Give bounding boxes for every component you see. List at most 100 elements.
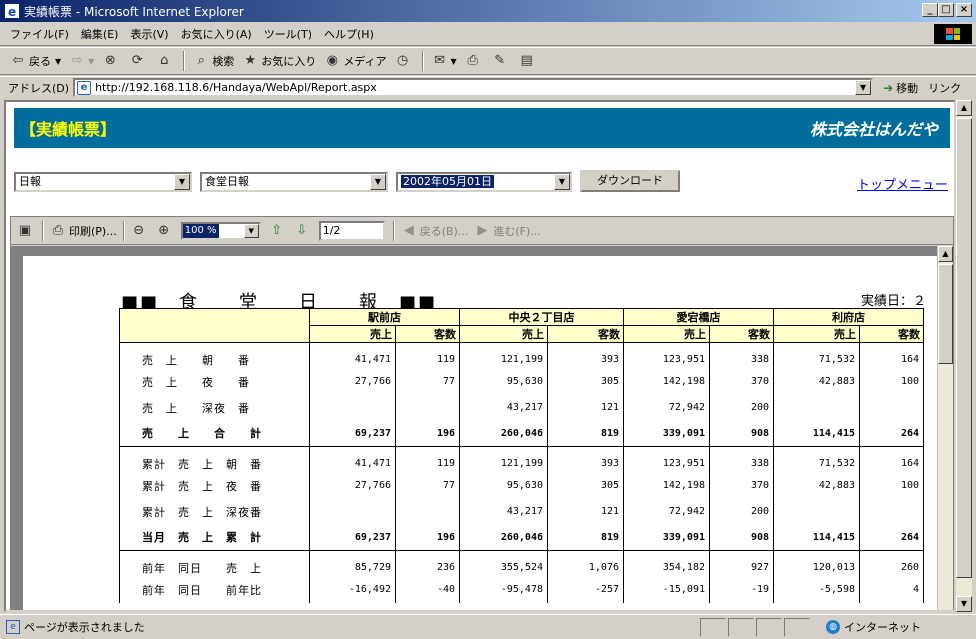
back-button[interactable]: ⇦ 戻る ▼ <box>10 53 62 69</box>
top-menu-link[interactable]: トップメニュー <box>857 174 948 193</box>
customers-header: 客数 <box>395 325 460 343</box>
report-scrollbar[interactable]: ▲ <box>937 246 953 610</box>
menu-view[interactable]: 表示(V) <box>130 26 168 42</box>
discuss-button[interactable]: ▤ <box>519 53 538 69</box>
sales-cell: 43,217 <box>459 394 548 421</box>
viewer-print-button[interactable]: ⎙ 印刷(P)... <box>50 223 117 239</box>
customers-cell: 338 <box>709 342 774 369</box>
tree-icon: ▣ <box>18 222 32 238</box>
svg-text:e: e <box>8 5 16 19</box>
table-row: 累計 売 上 夜 番 27,766 77 95,630 305 142,198 370 42,… <box>119 472 924 499</box>
media-button[interactable]: ◉ メディア <box>324 53 387 69</box>
sales-cell: 123,951 <box>623 446 710 473</box>
page-scrollbar[interactable]: ▲ ▼ <box>956 100 972 612</box>
customers-cell: 100 <box>859 368 924 395</box>
viewer-back-button[interactable]: ◀ 戻る(B)... <box>401 223 469 239</box>
favorites-button[interactable]: ★ お気に入り <box>242 53 316 69</box>
sales-cell: 114,415 <box>773 524 860 551</box>
sales-cell: 95,630 <box>459 368 548 395</box>
forward-arrow-icon: ⇨ <box>71 53 83 68</box>
sales-cell: 355,524 <box>459 550 548 577</box>
favorites-icon: ★ <box>244 53 257 68</box>
viewer-forward-button[interactable]: ▶ 進む(F)... <box>474 223 540 239</box>
forward-button[interactable]: ⇨ ▼ <box>69 53 95 69</box>
customers-cell: 200 <box>709 498 774 525</box>
sales-cell: -5,598 <box>773 576 860 603</box>
report-name-select[interactable]: 食堂日報 ▼ <box>200 172 388 192</box>
table-row: 前年 同日 前年比 -16,492 -40 -95,478 -257 -15,091 -19… <box>119 576 924 603</box>
sales-cell: 42,883 <box>773 472 860 499</box>
company-name: 株式会社はんだや <box>809 120 938 139</box>
sales-header: 売上 <box>623 325 710 343</box>
history-button[interactable]: ◷ <box>395 53 414 69</box>
header-blank <box>119 308 310 343</box>
sales-cell: 43,217 <box>459 498 548 525</box>
prev-page-button[interactable]: ⇧ <box>269 223 288 239</box>
date-select[interactable]: 2002年05月01日 ▼ <box>396 172 572 192</box>
customers-cell: 305 <box>547 368 624 395</box>
customers-cell: 260 <box>859 550 924 577</box>
minimize-button[interactable]: _ <box>922 3 938 17</box>
toggle-tree-button[interactable]: ▣ <box>17 223 36 239</box>
row-label: 前年 同日 売 上 <box>119 550 310 577</box>
sales-cell: 114,415 <box>773 420 860 447</box>
report-table: 駅前店 中央２丁目店 愛宕橋店 利府店 売上 客数 売上 客数 売上 客数 売上… <box>119 308 924 603</box>
row-label: 累計 売 上 朝 番 <box>119 446 310 473</box>
scroll-thumb[interactable] <box>938 264 953 364</box>
customers-cell: 1,076 <box>547 550 624 577</box>
mail-button[interactable]: ✉ ▼ <box>432 53 457 69</box>
go-button[interactable]: ➔ 移動 <box>883 80 918 96</box>
menu-file[interactable]: ファイル(F) <box>10 26 69 42</box>
row-label: 売 上 朝 番 <box>119 342 310 369</box>
edit-button[interactable]: ✎ <box>492 53 511 69</box>
customers-cell: 819 <box>547 420 624 447</box>
media-icon: ◉ <box>326 53 338 68</box>
arrow-down-icon: ⇩ <box>296 222 308 238</box>
scroll-thumb[interactable] <box>956 118 972 578</box>
page-icon: e <box>77 81 92 95</box>
scroll-up-icon[interactable]: ▲ <box>956 100 972 116</box>
row-label: 前年 同日 前年比 <box>119 576 310 603</box>
sales-cell: 41,471 <box>309 446 396 473</box>
table-row: 売 上 合 計 69,237 196 260,046 819 339,091 908 114,… <box>119 420 924 447</box>
scroll-up-icon[interactable]: ▲ <box>938 246 953 262</box>
menu-edit[interactable]: 編集(E) <box>81 26 119 42</box>
stop-button[interactable]: ⊗ <box>102 53 121 69</box>
sales-cell: 339,091 <box>623 420 710 447</box>
search-button[interactable]: ⌕ 検索 <box>193 53 235 69</box>
row-label: 売 上 合 計 <box>119 420 310 447</box>
links-button[interactable]: リンク <box>928 80 961 96</box>
address-input[interactable]: e http://192.168.118.6/Handaya/WebApl/Re… <box>73 78 874 97</box>
sales-cell: 339,091 <box>623 524 710 551</box>
sales-header: 売上 <box>773 325 860 343</box>
table-row: 売 上 深夜 番 43,217 121 72,942 200 <box>119 394 924 421</box>
refresh-button[interactable]: ⟳ <box>129 53 148 69</box>
maximize-button[interactable]: □ <box>938 3 954 17</box>
scroll-down-icon[interactable]: ▼ <box>956 596 972 612</box>
sales-cell: 260,046 <box>459 524 548 551</box>
menu-tools[interactable]: ツール(T) <box>264 26 312 42</box>
table-row: 前年 同日 売 上 85,729 236 355,524 1,076 354,182 927… <box>119 550 924 577</box>
sales-cell: 123,951 <box>623 342 710 369</box>
zoom-out-button[interactable]: ⊖ <box>131 223 150 239</box>
customers-cell: 4 <box>859 576 924 603</box>
print-button[interactable]: ⎙ <box>465 53 484 69</box>
sales-cell: 69,237 <box>309 524 396 551</box>
sales-cell: 41,471 <box>309 342 396 369</box>
zoom-select[interactable]: 100 % ▼ <box>180 221 261 240</box>
address-dropdown-icon[interactable]: ▼ <box>855 80 872 95</box>
page-number-input[interactable]: 1/2 <box>318 220 385 241</box>
next-page-button[interactable]: ⇩ <box>294 223 313 239</box>
menu-help[interactable]: ヘルプ(H) <box>324 26 374 42</box>
report-type-select[interactable]: 日報 ▼ <box>14 172 192 192</box>
status-bar: e ページが表示されました ◍ インターネット <box>0 614 976 639</box>
table-row: 売 上 夜 番 27,766 77 95,630 305 142,198 370 42,883… <box>119 368 924 395</box>
sales-cell: 72,942 <box>623 394 710 421</box>
home-button[interactable]: ⌂ <box>156 53 175 69</box>
zoom-in-button[interactable]: ⊕ <box>156 223 175 239</box>
download-button[interactable]: ダウンロード <box>580 170 680 192</box>
windows-logo-icon <box>934 24 972 44</box>
mail-icon: ✉ <box>434 53 445 68</box>
menu-favorites[interactable]: お気に入り(A) <box>181 26 252 42</box>
close-button[interactable]: × <box>956 3 972 17</box>
